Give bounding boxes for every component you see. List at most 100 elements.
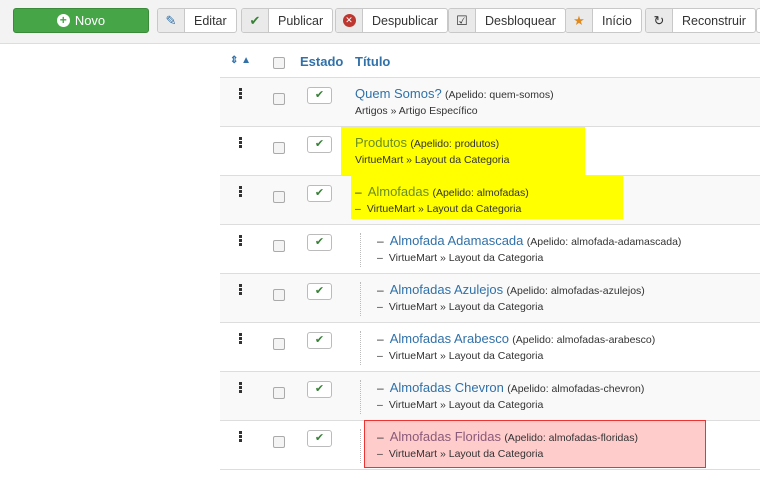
item-type: VirtueMart » Layout da Categoria xyxy=(388,252,544,264)
unpublish-icon: ✕ xyxy=(336,9,363,32)
row-checkbox[interactable] xyxy=(273,191,285,203)
refresh-icon: ↻ xyxy=(646,9,673,32)
table-row: ✔ Produtos (Apelido: produtos) VirtueMar… xyxy=(220,127,760,176)
table-row: ✔ – Almofadas Azulejos (Apelido: almofada… xyxy=(220,274,760,323)
row-checkbox[interactable] xyxy=(273,142,285,154)
row-checkbox[interactable] xyxy=(273,338,285,350)
item-alias: (Apelido: almofadas-azulejos) xyxy=(506,285,645,297)
item-title-link[interactable]: Almofada Adamascada xyxy=(390,233,524,248)
drag-handle-icon[interactable] xyxy=(239,186,243,198)
level-dash: – xyxy=(377,350,383,362)
item-title-link[interactable]: Almofadas Azulejos xyxy=(390,282,503,297)
table-row: ✔ – Almofadas (Apelido: almofadas) – Virtu… xyxy=(220,175,760,225)
published-toggle[interactable]: ✔ xyxy=(307,87,332,104)
item-title-link[interactable]: Produtos xyxy=(355,135,407,150)
item-alias: (Apelido: almofadas-chevron) xyxy=(507,383,645,395)
published-toggle[interactable]: ✔ xyxy=(307,185,332,202)
edit-button[interactable]: ✎ Editar xyxy=(157,8,237,33)
item-alias: (Apelido: almofadas-floridas) xyxy=(504,432,638,444)
unpublish-button[interactable]: ✕ Despublicar xyxy=(335,8,449,33)
row-checkbox[interactable] xyxy=(273,289,285,301)
item-alias: (Apelido: almofadas) xyxy=(432,187,529,199)
item-title-link[interactable]: Almofadas xyxy=(368,184,429,199)
level-dash: – xyxy=(355,203,361,215)
published-toggle[interactable]: ✔ xyxy=(307,381,332,398)
published-toggle[interactable]: ✔ xyxy=(307,136,332,153)
title-cell: – Almofadas Floridas (Apelido: almofadas-… xyxy=(377,429,638,460)
drag-handle-icon[interactable] xyxy=(239,137,243,149)
level-dash: – xyxy=(377,430,384,444)
item-type: VirtueMart » Layout da Categoria xyxy=(366,203,522,215)
table-row: ✔ – Almofadas Arabesco (Apelido: almofada… xyxy=(220,323,760,372)
toolbar: + Novo ✎ Editar ✔ Publicar ✕ Despublicar ☑ De… xyxy=(0,0,760,44)
check-icon: ✔ xyxy=(242,9,269,32)
level-dash: – xyxy=(377,283,384,297)
checkbox-icon: ☑ xyxy=(449,9,476,32)
unlock-button[interactable]: ☑ Desbloquear xyxy=(448,8,566,33)
item-type: VirtueMart » Layout da Categoria xyxy=(388,399,544,411)
item-type: VirtueMart » Layout da Categoria xyxy=(355,154,510,166)
published-toggle[interactable]: ✔ xyxy=(307,430,332,447)
item-alias: (Apelido: almofadas-arabesco) xyxy=(512,334,656,346)
title-cell: – Almofada Adamascada (Apelido: almofada-… xyxy=(377,233,681,264)
level-dash: – xyxy=(355,185,362,199)
tree-guide xyxy=(360,233,361,267)
table-row: ✔ – Almofadas Chevron (Apelido: almofadas… xyxy=(220,372,760,421)
title-cell: – Almofadas Chevron (Apelido: almofadas-c… xyxy=(377,380,644,411)
title-cell: – Almofadas Arabesco (Apelido: almofadas-… xyxy=(377,331,655,362)
table-header: ⇕ ▲ Estado Título xyxy=(220,45,760,78)
table-row: ✔ Quem Somos? (Apelido: quem-somos) Arti… xyxy=(220,78,760,127)
level-dash: – xyxy=(377,234,384,248)
drag-handle-icon[interactable] xyxy=(239,235,243,247)
row-checkbox[interactable] xyxy=(273,240,285,252)
star-icon: ★ xyxy=(566,9,593,32)
tree-guide xyxy=(360,331,361,365)
level-dash: – xyxy=(377,252,383,264)
item-type: VirtueMart » Layout da Categoria xyxy=(388,301,544,313)
level-dash: – xyxy=(377,399,383,411)
edit-icon: ✎ xyxy=(158,9,185,32)
level-dash: – xyxy=(377,381,384,395)
drag-handle-icon[interactable] xyxy=(239,382,243,394)
row-checkbox[interactable] xyxy=(273,93,285,105)
sort-ordering-icon[interactable]: ⇕ ▲ xyxy=(230,55,251,66)
table-row: ✔ – Almofada Adamascada (Apelido: almofad… xyxy=(220,225,760,274)
select-all-checkbox[interactable] xyxy=(273,57,285,69)
drag-handle-icon[interactable] xyxy=(239,333,243,345)
rebuild-button[interactable]: ↻ Reconstruir xyxy=(645,8,756,33)
drag-handle-icon[interactable] xyxy=(239,88,243,100)
published-toggle[interactable]: ✔ xyxy=(307,283,332,300)
title-cell: Produtos (Apelido: produtos) VirtueMart … xyxy=(355,135,509,166)
row-checkbox[interactable] xyxy=(273,436,285,448)
level-dash: – xyxy=(377,332,384,346)
item-alias: (Apelido: produtos) xyxy=(410,138,500,150)
home-button[interactable]: ★ Início xyxy=(565,8,642,33)
tree-guide xyxy=(360,282,361,316)
plus-circle-icon: + xyxy=(56,14,70,27)
item-type: VirtueMart » Layout da Categoria xyxy=(388,448,544,460)
title-cell: – Almofadas Azulejos (Apelido: almofadas-… xyxy=(377,282,645,313)
tree-guide xyxy=(360,429,361,463)
published-toggle[interactable]: ✔ xyxy=(307,234,332,251)
item-title-link[interactable]: Almofadas Arabesco xyxy=(390,331,509,346)
item-title-link[interactable]: Quem Somos? xyxy=(355,86,442,101)
item-title-link[interactable]: Almofadas Floridas xyxy=(390,429,501,444)
table-row: ✔ – Almofadas Floridas (Apelido: almofada… xyxy=(220,420,760,470)
publish-button[interactable]: ✔ Publicar xyxy=(241,8,334,33)
header-title[interactable]: Título xyxy=(355,54,390,69)
header-status[interactable]: Estado xyxy=(300,54,343,69)
title-cell: – Almofadas (Apelido: almofadas) – VirtueM… xyxy=(355,184,529,215)
title-cell: Quem Somos? (Apelido: quem-somos) Artigo… xyxy=(355,86,554,117)
tree-guide xyxy=(360,380,361,414)
item-type: VirtueMart » Layout da Categoria xyxy=(388,350,544,362)
drag-handle-icon[interactable] xyxy=(239,284,243,296)
item-title-link[interactable]: Almofadas Chevron xyxy=(390,380,504,395)
level-dash: – xyxy=(377,301,383,313)
level-dash: – xyxy=(377,448,383,460)
drag-handle-icon[interactable] xyxy=(239,431,243,443)
item-type: Artigos » Artigo Específico xyxy=(355,105,478,117)
published-toggle[interactable]: ✔ xyxy=(307,332,332,349)
row-checkbox[interactable] xyxy=(273,387,285,399)
more-button[interactable] xyxy=(756,8,760,33)
new-button[interactable]: + Novo xyxy=(13,8,149,33)
